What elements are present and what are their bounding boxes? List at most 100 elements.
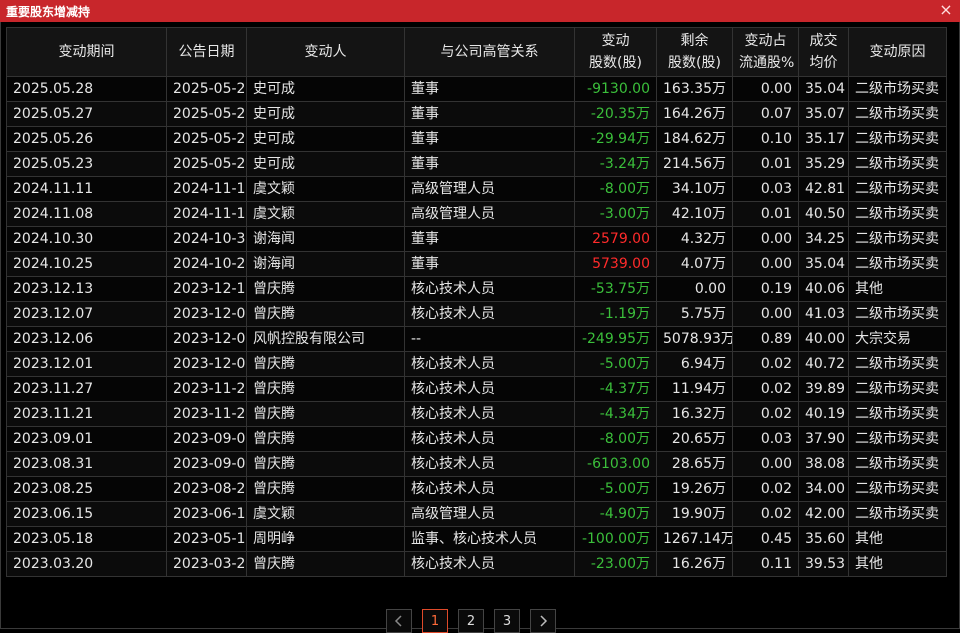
chevron-left-icon [394, 615, 402, 627]
cell-person: 史可成 [246, 101, 405, 127]
cell-relation: 核心技术人员 [404, 376, 575, 402]
cell-person: 虞文颖 [246, 201, 405, 227]
cell-reason: 二级市场买卖 [848, 151, 947, 177]
table-row[interactable]: 2023.12.06 2023-12-07 风帆控股有限公司 -- -249.95万 50… [6, 326, 947, 352]
page-button-2[interactable]: 2 [458, 609, 484, 633]
table-row[interactable]: 2023.09.01 2023-09-04 曾庆腾 核心技术人员 -8.00万 20.65… [6, 426, 947, 452]
column-header-line1: 公告日期 [178, 44, 235, 60]
cell-remaining-shares: 0.00 [656, 276, 733, 302]
page-button-3[interactable]: 3 [494, 609, 520, 633]
cell-period: 2023.06.15 [6, 501, 167, 527]
table-row[interactable]: 2024.11.08 2024-11-11 虞文颖 高级管理人员 -3.00万 42.10… [6, 201, 947, 227]
table-row[interactable]: 2024.11.11 2024-11-12 虞文颖 高级管理人员 -8.00万 34.10… [6, 176, 947, 202]
cell-change-shares: -23.00万 [574, 551, 657, 577]
cell-reason: 二级市场买卖 [848, 176, 947, 202]
cell-avg-price: 40.50 [798, 201, 849, 227]
chevron-right-icon [540, 615, 548, 627]
table-row[interactable]: 2023.12.01 2023-12-04 曾庆腾 核心技术人员 -5.00万 6.94万… [6, 351, 947, 377]
next-page-button[interactable] [530, 609, 556, 633]
cell-person: 周明峥 [246, 526, 405, 552]
table-row[interactable]: 2025.05.26 2025-05-27 史可成 董事 -29.94万 184.62万 0… [6, 126, 947, 152]
cell-remaining-shares: 20.65万 [656, 426, 733, 452]
cell-remaining-shares: 19.26万 [656, 476, 733, 502]
cell-announce-date: 2025-05-27 [166, 126, 247, 152]
cell-period: 2023.08.25 [6, 476, 167, 502]
cell-remaining-shares: 4.07万 [656, 251, 733, 277]
cell-change-pct: 0.02 [732, 401, 799, 427]
table-row[interactable]: 2023.11.21 2023-11-22 曾庆腾 核心技术人员 -4.34万 16.32… [6, 401, 947, 427]
table-row[interactable]: 2023.08.25 2023-08-29 曾庆腾 核心技术人员 -5.00万 19.26… [6, 476, 947, 502]
column-header[interactable]: 成交 均价 [798, 27, 849, 77]
cell-change-shares: -4.90万 [574, 501, 657, 527]
cell-change-pct: 0.03 [732, 426, 799, 452]
column-header-line1: 变动人 [304, 44, 347, 60]
table-row[interactable]: 2023.11.27 2023-11-28 曾庆腾 核心技术人员 -4.37万 11.94… [6, 376, 947, 402]
cell-avg-price: 39.53 [798, 551, 849, 577]
cell-change-shares: -53.75万 [574, 276, 657, 302]
page-button-1[interactable]: 1 [422, 609, 448, 633]
column-header[interactable]: 变动原因 [848, 27, 947, 77]
cell-avg-price: 42.81 [798, 176, 849, 202]
table-row[interactable]: 2024.10.30 2024-10-31 谢海闻 董事 2579.00 4.32万 0.0… [6, 226, 947, 252]
column-header[interactable]: 变动人 [246, 27, 405, 77]
table-row[interactable]: 2023.12.13 2023-12-14 曾庆腾 核心技术人员 -53.75万 0.00… [6, 276, 947, 302]
cell-change-pct: 0.11 [732, 551, 799, 577]
cell-period: 2023.11.21 [6, 401, 167, 427]
cell-avg-price: 35.17 [798, 126, 849, 152]
column-header[interactable]: 变动占 流通股% [732, 27, 799, 77]
column-header[interactable]: 变动期间 [6, 27, 167, 77]
cell-remaining-shares: 163.35万 [656, 76, 733, 102]
cell-change-shares: -20.35万 [574, 101, 657, 127]
cell-change-pct: 0.02 [732, 376, 799, 402]
cell-remaining-shares: 16.26万 [656, 551, 733, 577]
cell-person: 曾庆腾 [246, 401, 405, 427]
cell-avg-price: 35.29 [798, 151, 849, 177]
prev-page-button[interactable] [386, 609, 412, 633]
cell-change-shares: -100.00万 [574, 526, 657, 552]
table-row[interactable]: 2023.05.18 2023-05-19 周明峥 监事、核心技术人员 -100.00万… [6, 526, 947, 552]
cell-period: 2023.12.06 [6, 326, 167, 352]
cell-period: 2024.10.30 [6, 226, 167, 252]
cell-avg-price: 40.19 [798, 401, 849, 427]
table-row[interactable]: 2023.08.31 2023-09-01 曾庆腾 核心技术人员 -6103.00 28.… [6, 451, 947, 477]
table-row[interactable]: 2025.05.27 2025-05-28 史可成 董事 -20.35万 164.26万 0… [6, 101, 947, 127]
cell-person: 虞文颖 [246, 176, 405, 202]
cell-change-pct: 0.19 [732, 276, 799, 302]
cell-announce-date: 2024-11-12 [166, 176, 247, 202]
cell-person: 曾庆腾 [246, 426, 405, 452]
cell-change-pct: 0.03 [732, 176, 799, 202]
table-row[interactable]: 2024.10.25 2024-10-28 谢海闻 董事 5739.00 4.07万 0.0… [6, 251, 947, 277]
cell-avg-price: 34.25 [798, 226, 849, 252]
table-row[interactable]: 2025.05.28 2025-05-29 史可成 董事 -9130.00 163.35万… [6, 76, 947, 102]
cell-change-shares: 5739.00 [574, 251, 657, 277]
cell-relation: 高级管理人员 [404, 176, 575, 202]
cell-avg-price: 34.00 [798, 476, 849, 502]
cell-announce-date: 2023-12-14 [166, 276, 247, 302]
cell-period: 2024.11.08 [6, 201, 167, 227]
cell-remaining-shares: 4.32万 [656, 226, 733, 252]
cell-remaining-shares: 164.26万 [656, 101, 733, 127]
close-icon[interactable]: × [938, 2, 954, 18]
table-row[interactable]: 2023.06.15 2023-06-16 虞文颖 高级管理人员 -4.90万 19.90… [6, 501, 947, 527]
cell-relation: 高级管理人员 [404, 501, 575, 527]
cell-announce-date: 2023-11-28 [166, 376, 247, 402]
cell-reason: 二级市场买卖 [848, 476, 947, 502]
cell-reason: 二级市场买卖 [848, 201, 947, 227]
table-row[interactable]: 2023.12.07 2023-12-08 曾庆腾 核心技术人员 -1.19万 5.75万… [6, 301, 947, 327]
table-row[interactable]: 2025.05.23 2025-05-26 史可成 董事 -3.24万 214.56万 0.… [6, 151, 947, 177]
column-header[interactable]: 公告日期 [166, 27, 247, 77]
cell-remaining-shares: 16.32万 [656, 401, 733, 427]
column-header-line1: 剩余 [680, 33, 709, 49]
cell-period: 2023.09.01 [6, 426, 167, 452]
cell-change-pct: 0.10 [732, 126, 799, 152]
cell-avg-price: 41.03 [798, 301, 849, 327]
column-header[interactable]: 剩余 股数(股) [656, 27, 733, 77]
column-header[interactable]: 与公司高管关系 [404, 27, 575, 77]
cell-reason: 其他 [848, 526, 947, 552]
cell-avg-price: 35.60 [798, 526, 849, 552]
shareholder-change-table: 变动期间 公告日期 变动人 与公司高管关系 变动 股数(股) 剩余 股数(股) 变动占 流通股% 成… [6, 27, 947, 577]
cell-change-pct: 0.00 [732, 226, 799, 252]
column-header[interactable]: 变动 股数(股) [574, 27, 657, 77]
cell-person: 曾庆腾 [246, 351, 405, 377]
table-row[interactable]: 2023.03.20 2023-03-21 曾庆腾 核心技术人员 -23.00万 16.2… [6, 551, 947, 577]
